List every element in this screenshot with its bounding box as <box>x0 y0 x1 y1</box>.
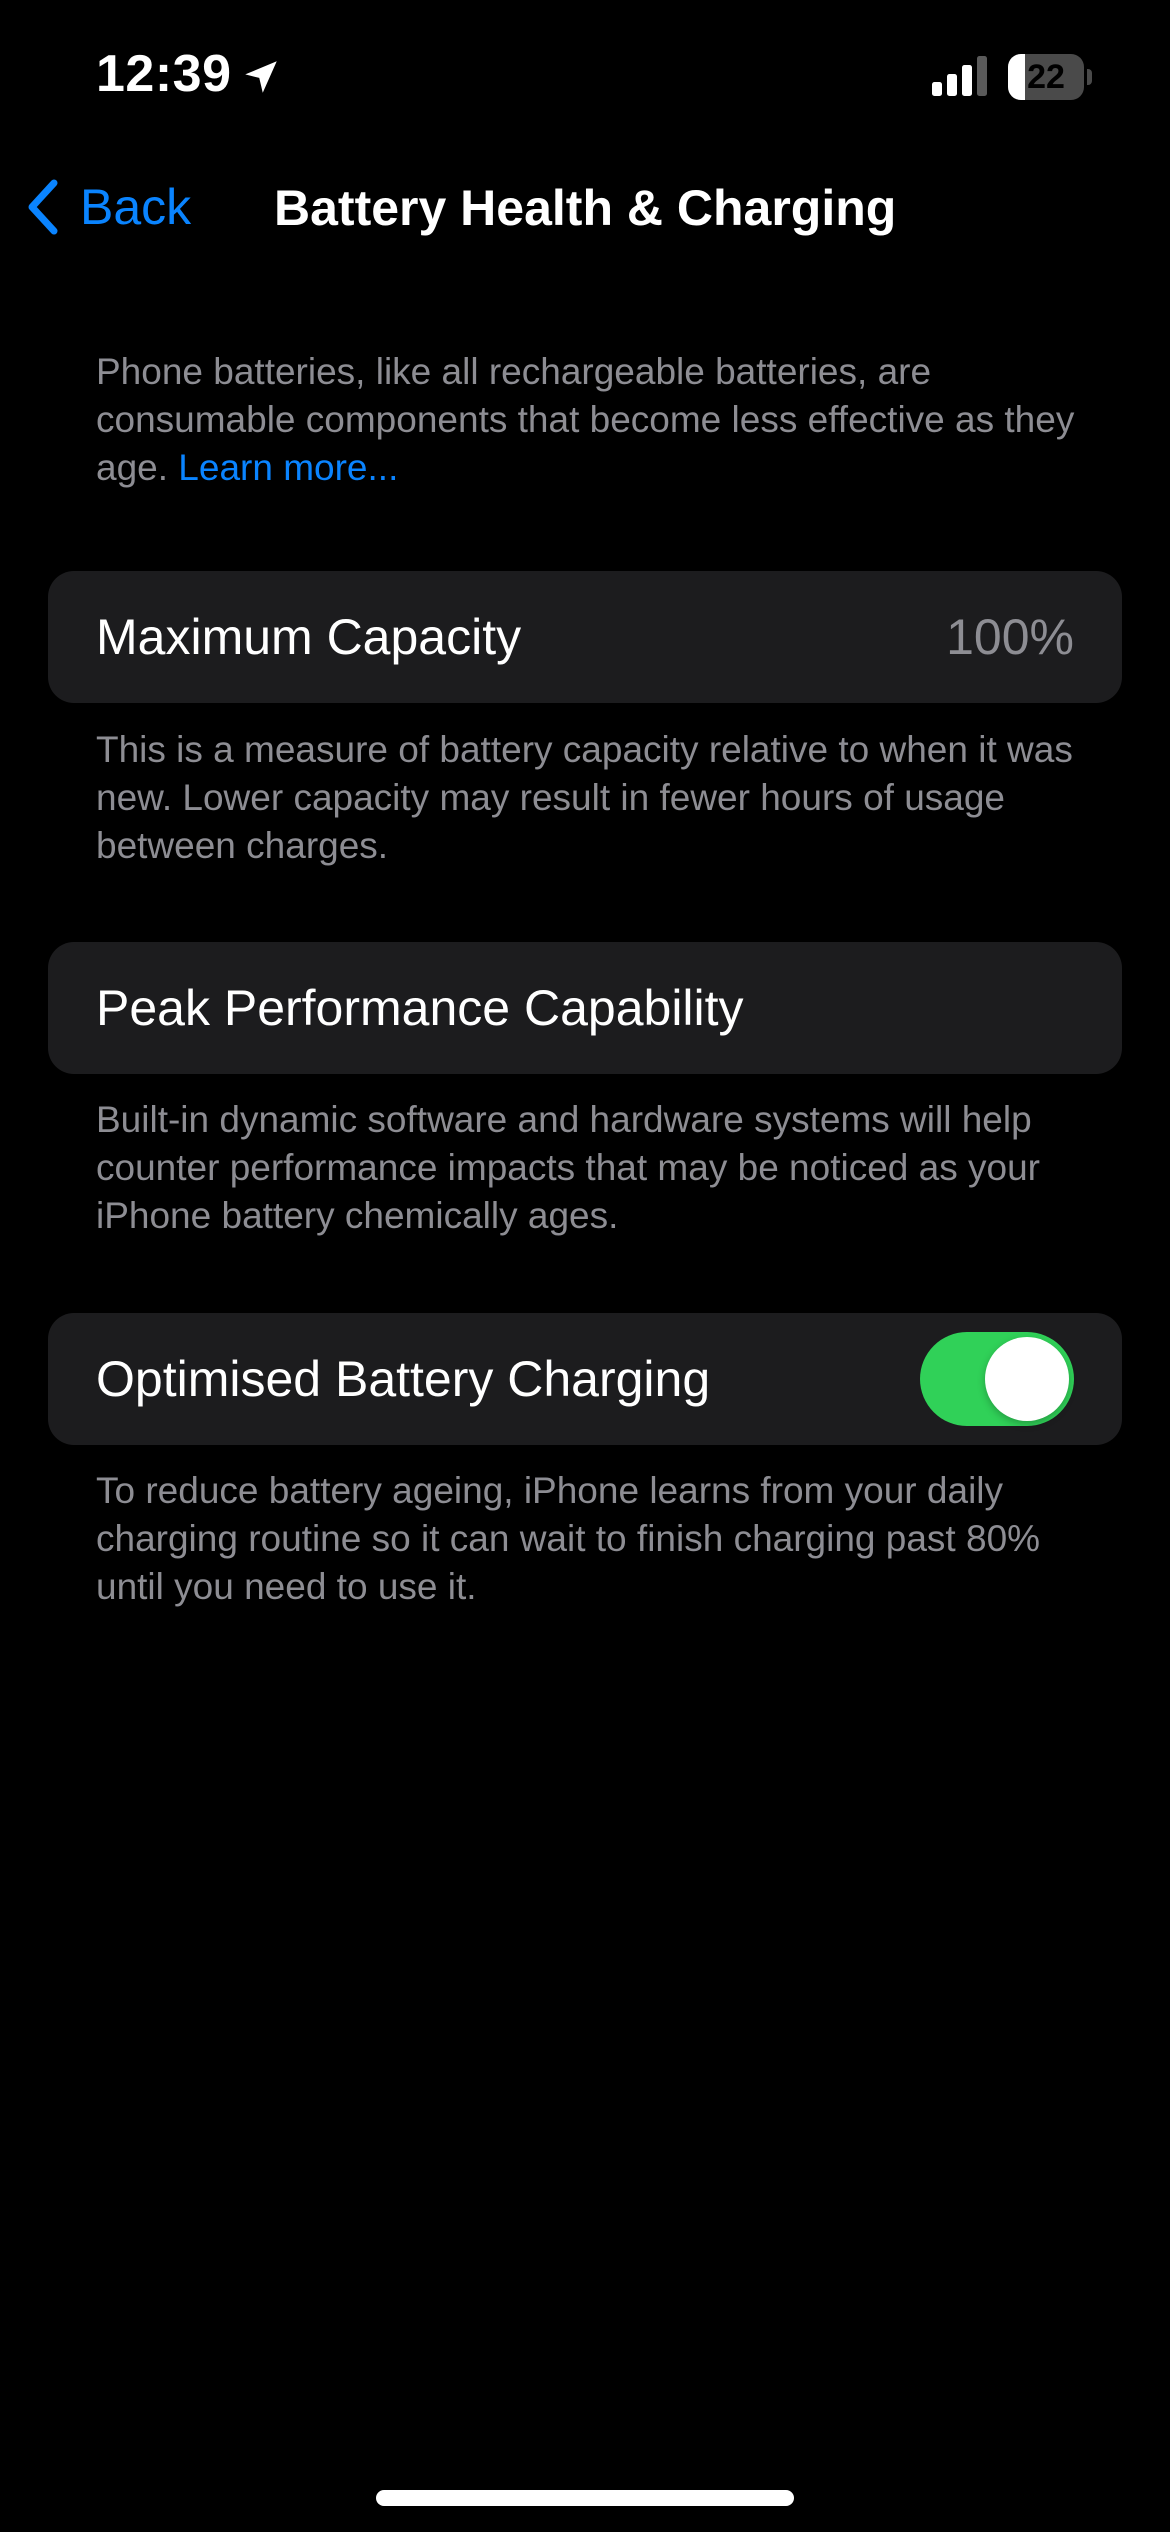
chevron-left-icon <box>28 179 58 235</box>
maximum-capacity-value: 100% <box>946 609 1074 665</box>
optimised-charging-row: Optimised Battery Charging <box>48 1313 1122 1445</box>
maximum-capacity-description: This is a measure of battery capacity re… <box>96 729 1073 866</box>
battery-icon: 22 <box>1008 54 1092 100</box>
maximum-capacity-label: Maximum Capacity <box>96 609 522 665</box>
optimised-charging-label: Optimised Battery Charging <box>96 1351 711 1407</box>
optimised-charging-toggle[interactable] <box>920 1332 1074 1426</box>
peak-performance-description: Built-in dynamic software and hardware s… <box>96 1099 1040 1236</box>
toggle-knob <box>985 1337 1069 1421</box>
status-time: 12:39 <box>96 45 232 103</box>
location-arrow-icon <box>245 61 277 93</box>
battery-tip <box>1087 69 1092 85</box>
optimised-charging-description: To reduce battery ageing, iPhone learns … <box>96 1470 1041 1607</box>
page-title: Battery Health & Charging <box>274 180 897 236</box>
peak-performance-label: Peak Performance Capability <box>96 980 744 1036</box>
maximum-capacity-row: Maximum Capacity 100% <box>48 571 1122 703</box>
battery-level-text: 22 <box>1027 58 1065 96</box>
status-bar: 12:39 22 <box>0 0 1170 150</box>
home-indicator[interactable] <box>376 2490 794 2506</box>
battery-body: 22 <box>1008 54 1084 100</box>
back-button[interactable]: Back <box>24 174 191 240</box>
learn-more-link[interactable]: Learn more... <box>178 447 398 488</box>
peak-performance-row[interactable]: Peak Performance Capability <box>48 942 1122 1074</box>
back-label: Back <box>80 179 192 235</box>
intro-text: Phone batteries, like all rechargeable b… <box>96 348 1086 492</box>
navigation-bar: Back Battery Health & Charging <box>0 160 1170 254</box>
cellular-signal-icon <box>932 56 987 96</box>
